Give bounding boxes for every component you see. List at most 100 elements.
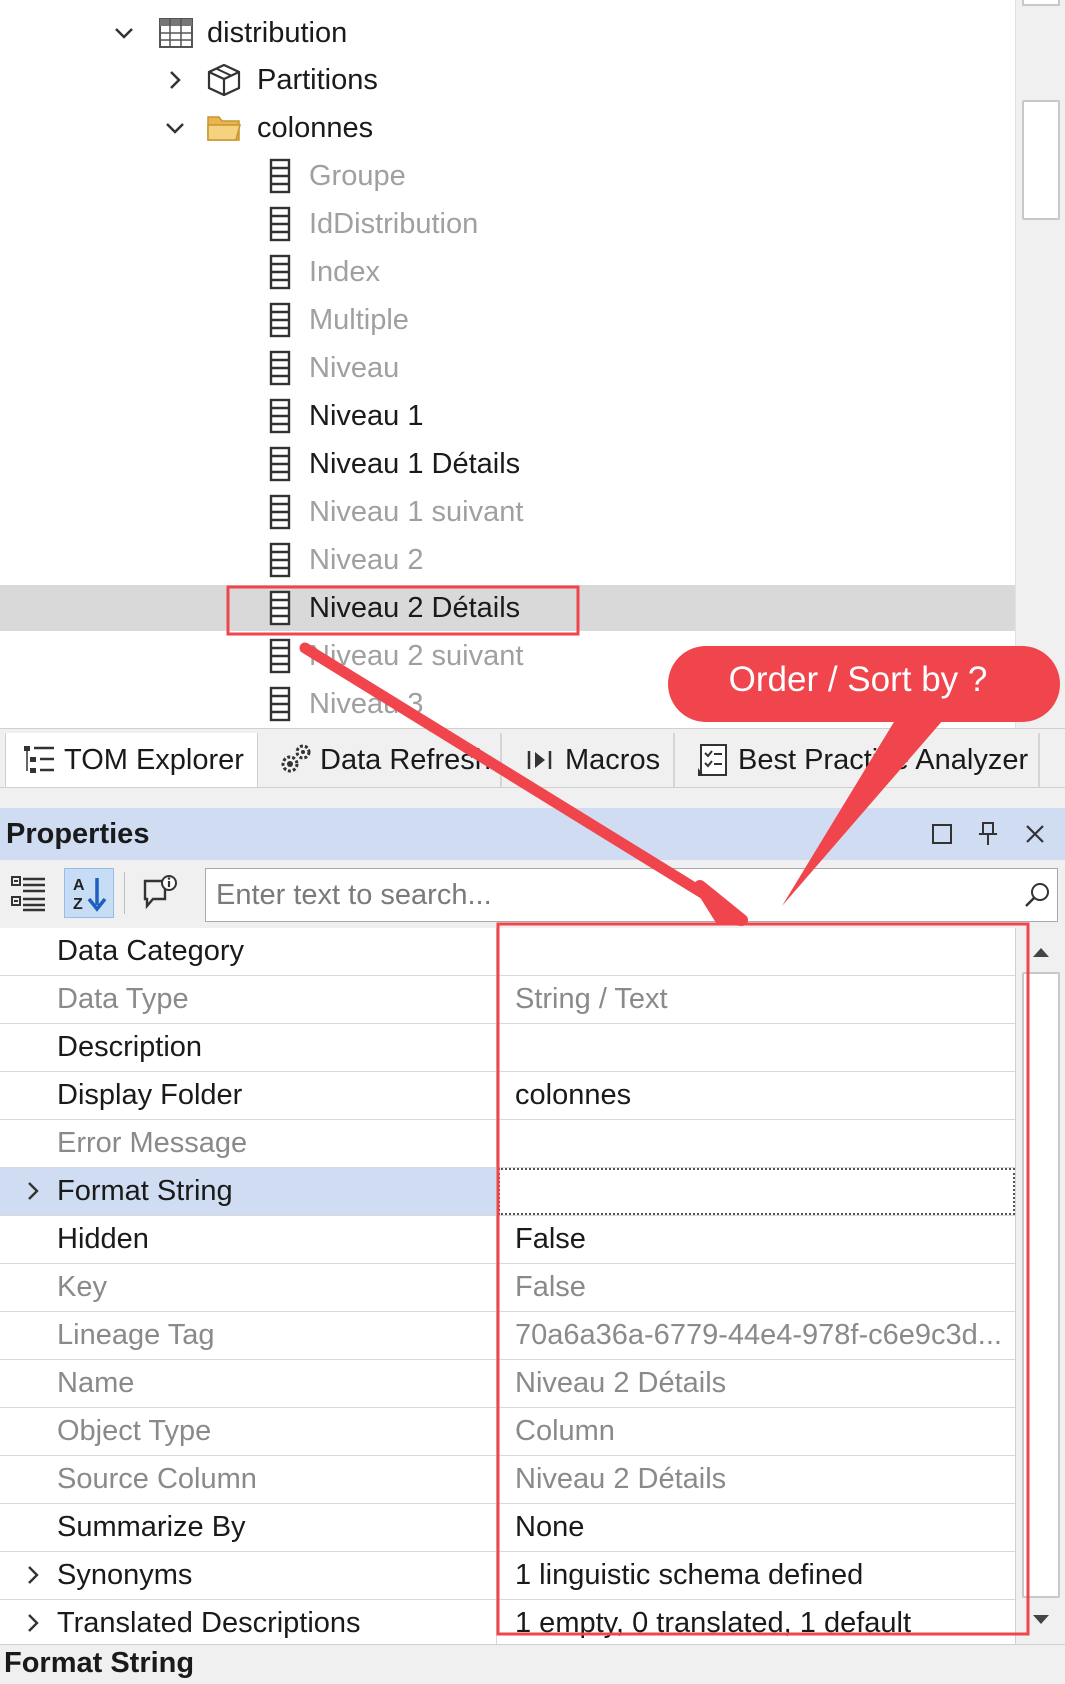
tree-column-label: Groupe	[309, 159, 406, 192]
expand-chevron-icon[interactable]	[22, 1564, 44, 1586]
property-name: Display Folder	[0, 1072, 497, 1119]
property-row[interactable]: Data Category	[0, 928, 1015, 976]
property-value[interactable]	[498, 928, 1015, 975]
tree-column-item[interactable]: Niveau 2 Détails	[0, 585, 1015, 631]
property-row[interactable]: Summarize By None	[0, 1504, 1015, 1552]
property-value[interactable]: 1 linguistic schema defined	[498, 1552, 1015, 1599]
chevron-down-icon[interactable]	[163, 116, 187, 140]
tab-label: TOM Explorer	[64, 743, 244, 776]
chevron-right-icon[interactable]	[163, 68, 187, 92]
column-icon	[262, 350, 298, 386]
property-value[interactable]	[498, 1168, 1015, 1215]
property-row[interactable]: Display Folder colonnes	[0, 1072, 1015, 1120]
tab-macros[interactable]: Macros	[507, 733, 675, 787]
tree-node-display-folder[interactable]: colonnes	[0, 105, 1015, 151]
property-grid-scrollbar-thumb[interactable]	[1022, 972, 1060, 1598]
folder-open-icon	[206, 110, 242, 146]
property-row[interactable]: Data Type String / Text	[0, 976, 1015, 1024]
alphabetical-sort-button[interactable]: AZ	[64, 868, 114, 918]
pin-icon[interactable]	[972, 818, 1004, 850]
property-row[interactable]: Lineage Tag 70a6a36a-6779-44e4-978f-c6e9c…	[0, 1312, 1015, 1360]
search-input[interactable]	[206, 869, 1017, 921]
tree-column-item[interactable]: IdDistribution	[0, 201, 1015, 247]
tree-column-label: Niveau 1 suivant	[309, 495, 524, 528]
tree-column-item[interactable]: Niveau 1 Détails	[0, 441, 1015, 487]
expand-chevron-icon[interactable]	[22, 1612, 44, 1634]
expand-chevron-icon[interactable]	[22, 1180, 44, 1202]
tree-column-item[interactable]: Niveau	[0, 345, 1015, 391]
column-icon	[262, 206, 298, 242]
tree-column-item[interactable]: Niveau 1 suivant	[0, 489, 1015, 535]
property-value[interactable]: Niveau 2 Détails	[498, 1456, 1015, 1503]
property-value[interactable]: False	[498, 1216, 1015, 1263]
property-row[interactable]: Format String	[0, 1168, 1015, 1216]
property-name: Summarize By	[0, 1504, 497, 1551]
tab-label: Macros	[565, 743, 661, 776]
property-grid[interactable]: Data Category Data Type String / Text Descr…	[0, 928, 1015, 1644]
tab-tom-explorer[interactable]: TOM Explorer	[5, 733, 258, 787]
tree-column-item[interactable]: Niveau 2	[0, 537, 1015, 583]
tree-column-label: Multiple	[309, 303, 409, 336]
property-value[interactable]	[498, 1024, 1015, 1071]
property-value[interactable]: 1 empty, 0 translated, 1 default	[498, 1600, 1015, 1644]
tab-data-refresh[interactable]: Data Refresh	[262, 733, 502, 787]
tree-node-partitions[interactable]: Partitions	[0, 57, 1015, 103]
property-value[interactable]	[498, 1120, 1015, 1167]
chevron-down-icon[interactable]	[112, 21, 136, 45]
property-row[interactable]: Source Column Niveau 2 Détails	[0, 1456, 1015, 1504]
tree-column-item[interactable]: Multiple	[0, 297, 1015, 343]
tree-node-table[interactable]: distribution	[0, 10, 1015, 56]
property-row[interactable]: Description	[0, 1024, 1015, 1072]
property-name: Data Type	[0, 976, 497, 1023]
property-value[interactable]: 70a6a36a-6779-44e4-978f-c6e9c3d...	[498, 1312, 1015, 1359]
svg-text:A: A	[73, 877, 85, 894]
property-value[interactable]: None	[498, 1504, 1015, 1551]
property-name: Translated Descriptions	[0, 1600, 497, 1644]
property-row[interactable]: Translated Descriptions 1 empty, 0 transl…	[0, 1600, 1015, 1644]
property-value[interactable]: Niveau 2 Détails	[498, 1360, 1015, 1407]
property-value[interactable]: String / Text	[498, 976, 1015, 1023]
tree-column-label: Niveau 3	[309, 687, 424, 720]
properties-panel-header: Properties	[0, 808, 1065, 860]
property-name: Hidden	[0, 1216, 497, 1263]
property-grid-scrollbar[interactable]	[1015, 928, 1065, 1644]
property-description-pane: Format String	[0, 1644, 1065, 1684]
search-icon[interactable]	[1017, 875, 1057, 915]
column-icon	[262, 638, 298, 674]
property-name: Lineage Tag	[0, 1312, 497, 1359]
tree-column-item[interactable]: Niveau 1	[0, 393, 1015, 439]
tree-column-label: Index	[309, 255, 380, 288]
property-value[interactable]: colonnes	[498, 1072, 1015, 1119]
tree-scrollbar[interactable]	[1015, 0, 1065, 728]
close-icon[interactable]	[1019, 818, 1051, 850]
tab-best-practice-analyzer[interactable]: Best Practice Analyzer	[680, 733, 1040, 787]
tree-column-label: Niveau 1	[309, 399, 424, 432]
categorized-view-button[interactable]	[4, 868, 54, 918]
scroll-down-arrow-icon[interactable]	[1021, 1600, 1061, 1640]
property-description-button[interactable]	[134, 868, 184, 918]
tree-scrollbar-top	[1022, 0, 1060, 6]
property-value[interactable]: Column	[498, 1408, 1015, 1455]
property-value[interactable]: False	[498, 1264, 1015, 1311]
cube-icon	[206, 62, 242, 98]
play-step-icon	[521, 741, 559, 779]
tree-node-label: distribution	[207, 16, 348, 49]
maximize-icon[interactable]	[926, 818, 958, 850]
tom-explorer-tree[interactable]: distribution Partitions colonnes Groupe I…	[0, 0, 1015, 728]
property-row[interactable]: Error Message	[0, 1120, 1015, 1168]
tree-column-item[interactable]: Index	[0, 249, 1015, 295]
property-row[interactable]: Name Niveau 2 Détails	[0, 1360, 1015, 1408]
property-row[interactable]: Synonyms 1 linguistic schema defined	[0, 1552, 1015, 1600]
search-box[interactable]	[205, 868, 1058, 922]
scroll-up-arrow-icon[interactable]	[1021, 932, 1061, 972]
tree-column-item[interactable]: Groupe	[0, 153, 1015, 199]
property-row[interactable]: Hidden False	[0, 1216, 1015, 1264]
property-name: Name	[0, 1360, 497, 1407]
column-icon	[262, 494, 298, 530]
property-row[interactable]: Object Type Column	[0, 1408, 1015, 1456]
tree-scrollbar-thumb[interactable]	[1022, 100, 1060, 220]
property-row[interactable]: Key False	[0, 1264, 1015, 1312]
tab-label: Best Practice Analyzer	[738, 743, 1029, 776]
panel-splitter[interactable]	[0, 788, 1065, 808]
tree-column-label: IdDistribution	[309, 207, 479, 240]
